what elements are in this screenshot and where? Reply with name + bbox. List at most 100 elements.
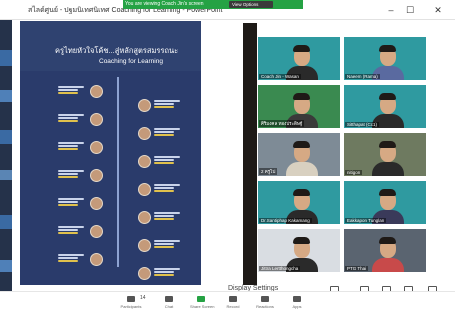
session-detail-line [58,86,84,88]
toolbar-label: Participants [120,304,142,309]
session-detail-line [154,106,174,108]
apps-icon [293,296,301,302]
session-detail-line [58,229,78,231]
participant-video-tile[interactable]: nitigon [344,133,426,176]
timeline-spine [117,77,119,267]
session-detail-line [58,204,78,206]
session-detail-line [154,100,180,102]
view-options-label: View Options [232,2,259,7]
session-detail-line [58,142,84,144]
session-detail-line [58,114,84,116]
speaker-photo [138,155,151,168]
poster-title: ครูไทยหัวใจโค้ช...สู่หลักสูตรสมรรถนะ [55,46,179,55]
session-detail-line [58,92,78,94]
session-detail-line [58,226,84,228]
session-detail-line [154,212,180,214]
participant-hair [379,45,396,52]
session-detail-line [154,159,174,161]
share-screen-icon [197,296,205,302]
participant-video-tile[interactable]: Coach Jin - Wasan [258,37,340,80]
participant-video-tile[interactable]: Naeem (Rama) [344,37,426,80]
speaker-photo [90,169,103,182]
speaker-photo [90,141,103,154]
reactions-button[interactable]: Reactions [254,296,276,309]
session-detail-line [154,218,174,220]
share-screen-button[interactable]: Share Screen [190,296,214,309]
participant-video-tile[interactable]: PTG Thai [344,229,426,272]
participant-name: PTG Thai [345,266,369,271]
session-detail-line [58,198,84,200]
session-detail-line [154,131,174,133]
speaker-photo [138,239,151,252]
speaker-photo [90,253,103,266]
share-notice: You are viewing Coach Jin's screen [125,1,204,7]
participant-hair [379,237,396,244]
participant-hair [379,93,396,100]
participant-hair [293,237,310,244]
chat-icon [165,296,173,302]
toolbar-label: Reactions [256,304,274,309]
session-detail-line [154,268,180,270]
session-detail-line [154,271,174,273]
toolbar-label: Record [226,304,240,309]
speaker-photo [90,113,103,126]
participant-avatar [372,162,404,176]
session-detail-line [58,170,84,172]
session-detail-line [154,243,174,245]
session-detail-line [58,232,78,234]
participant-video-tile[interactable]: Eakkapon Tunglan [344,181,426,224]
session-detail-line [58,176,78,178]
chat-button[interactable]: Chat [158,296,180,309]
toolbar-label: Apps [292,304,302,309]
participant-video-tile[interactable]: 2 ครูไป [258,133,340,176]
poster-subtitle: Coaching for Learning [99,58,163,65]
session-detail-line [58,148,78,150]
participant-name: Coach Jin - Wasan [259,74,301,79]
session-detail-line [58,117,78,119]
session-detail-line [154,215,174,217]
participant-video-tile[interactable]: Jittra Lertthongcha [258,229,340,272]
session-detail-line [154,134,174,136]
session-detail-line [154,184,180,186]
participant-name: Eakkapon Tunglan [345,218,387,223]
slide-thumbnail-strip[interactable] [0,20,12,292]
minimize-button[interactable]: – [384,5,398,15]
participant-name: Naeem (Rama) [345,74,380,79]
participant-name: Sitthapat (Cc1) [345,122,380,127]
video-gallery: Coach Jin - Wasan Naeem (Rama) ศิริมงคล ทอ… [243,23,443,285]
speaker-photo [90,225,103,238]
record-button[interactable]: Record [222,296,244,309]
session-detail-line [154,274,174,276]
speaker-photo [138,211,151,224]
participant-hair [293,141,310,148]
speaker-photo [138,267,151,280]
participant-name: nitigon [345,170,363,175]
session-detail-line [154,162,174,164]
session-detail-line [58,257,78,259]
gallery-divider [243,23,257,285]
session-detail-line [154,156,180,158]
participant-name: ศิริมงคล ทองประดิษฐ์ [259,120,305,127]
participants-button[interactable]: Participants [120,296,142,309]
participant-name: Dr.Santiphap Kakamang [259,218,312,223]
speaker-photo [138,127,151,140]
record-icon [229,296,237,302]
shared-slide-poster: ครูไทยหัวใจโค้ช...สู่หลักสูตรสมรรถนะ Coa… [20,21,201,286]
participant-video-tile[interactable]: Sitthapat (Cc1) [344,85,426,128]
participants-count: 14 [140,295,146,301]
session-detail-line [154,128,180,130]
meeting-toolbar: Participants Chat Share Screen Record Reacti… [0,291,455,315]
view-options-button[interactable]: View Options [229,1,273,8]
session-detail-line [154,190,174,192]
session-detail-line [58,201,78,203]
participant-video-tile[interactable]: Dr.Santiphap Kakamang [258,181,340,224]
reactions-icon [261,296,269,302]
participant-video-tile[interactable]: ศิริมงคล ทองประดิษฐ์ [258,85,340,128]
apps-button[interactable]: Apps [286,296,308,309]
zoom-share-banner: You are viewing Coach Jin's screen [123,0,303,9]
maximize-button[interactable]: ☐ [403,5,417,16]
participant-avatar [372,258,404,272]
speaker-photo [90,85,103,98]
participant-hair [379,189,396,196]
close-button[interactable]: ✕ [431,5,445,16]
